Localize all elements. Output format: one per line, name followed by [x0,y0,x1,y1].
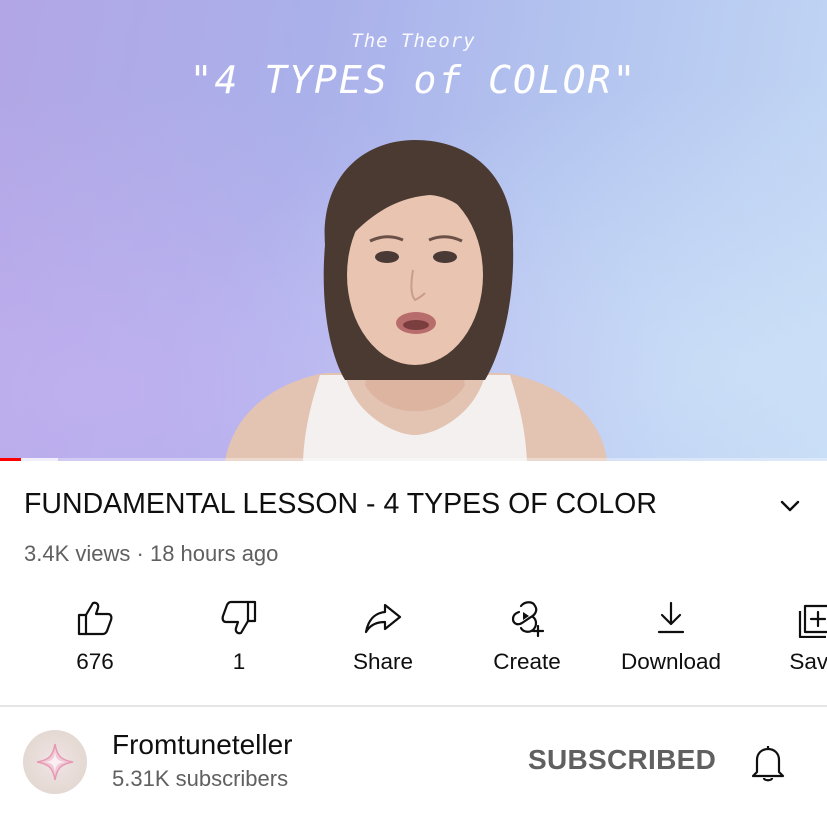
create-label: Create [493,649,561,674]
meta-separator: · [136,541,144,566]
video-overlay-subtitle: The Theory [351,30,476,52]
video-meta[interactable]: 3.4K views · 18 hours ago [24,541,278,567]
video-overlay-title: "4 TYPES of COLOR" [189,58,638,102]
action-bar: 676 1 Share Create Download Sav [0,592,827,688]
bell-icon[interactable] [746,740,790,784]
download-button[interactable]: Download [599,592,743,688]
thumbs-up-icon [77,601,113,636]
download-icon [657,601,685,634]
dislike-count: 1 [232,649,246,674]
presenter-image [225,140,607,461]
thumbs-down-icon [221,600,257,635]
section-divider [0,705,827,707]
save-playlist-icon [798,604,827,638]
video-title[interactable]: FUNDAMENTAL LESSON - 4 TYPES OF COLOR [24,488,744,521]
view-count: 3.4K views [24,541,131,566]
download-label: Download [620,649,722,674]
upload-time: 18 hours ago [149,541,279,566]
avatar-sparkle-icon [36,743,74,781]
channel-name[interactable]: Fromtuneteller [112,729,293,761]
chevron-down-icon[interactable] [770,486,810,526]
subscribed-button[interactable]: SUBSCRIBED [528,744,716,776]
like-count: 676 [76,649,114,674]
share-label: Share [352,649,414,674]
create-icon [511,601,545,638]
save-button[interactable]: Save [743,592,827,688]
share-arrow-icon [364,603,402,634]
create-button[interactable]: Create [455,592,599,688]
save-label: Save [789,649,827,674]
video-player[interactable]: The Theory "4 TYPES of COLOR" [0,0,827,461]
avatar[interactable] [23,730,87,794]
dislike-button[interactable]: 1 [167,592,311,688]
like-button[interactable]: 676 [23,592,167,688]
progress-bar[interactable] [0,458,827,461]
subscriber-count: 5.31K subscribers [112,766,289,791]
progress-played [0,458,21,461]
share-button[interactable]: Share [311,592,455,688]
